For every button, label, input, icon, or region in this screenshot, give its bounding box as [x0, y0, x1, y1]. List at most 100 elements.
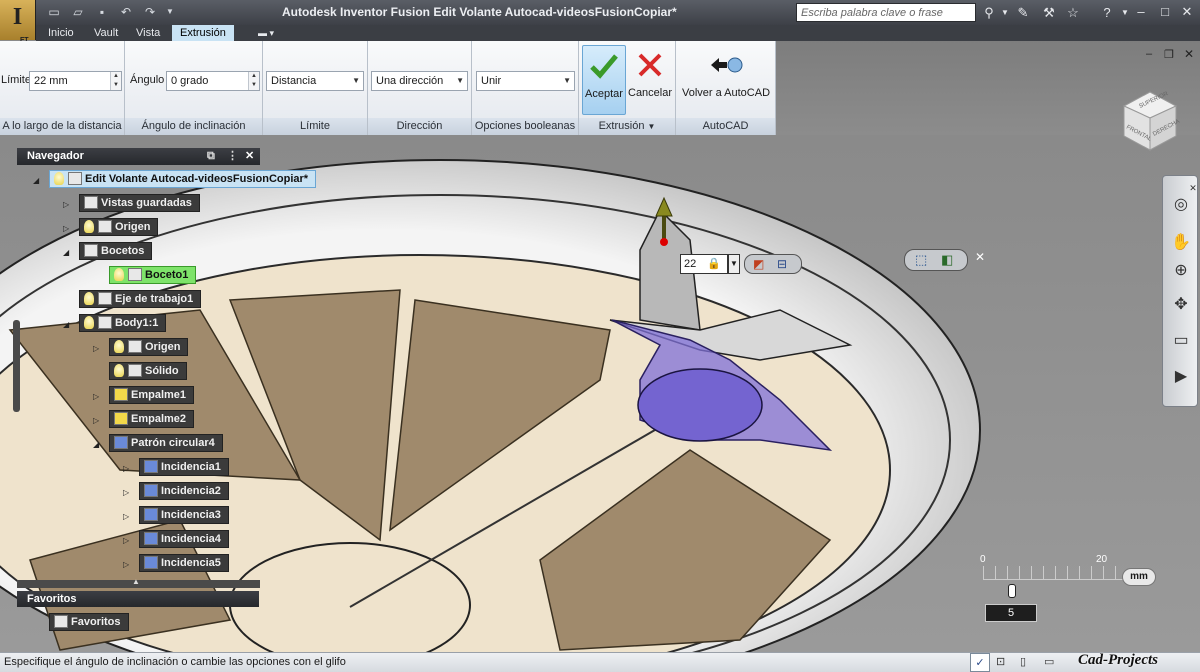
tree-work-axis[interactable]: Eje de trabajo1	[79, 290, 202, 308]
expand-origin-icon[interactable]: ▷	[63, 224, 69, 233]
expand-inc1-icon[interactable]: ▷	[123, 464, 129, 473]
navigator-close-icon[interactable]: ✕	[245, 148, 254, 165]
tree-sketches[interactable]: Bocetos	[79, 242, 153, 260]
pan-hand-icon[interactable]: ✋	[1169, 232, 1193, 254]
direction-combo[interactable]: Una dirección ▼	[371, 71, 468, 91]
cancel-button[interactable]: Cancelar	[628, 45, 672, 115]
wrench-icon[interactable]: ✎	[1014, 4, 1032, 21]
collapse-circular-pattern-icon[interactable]: ◢	[93, 440, 99, 449]
tree-fillet2[interactable]: Empalme2	[109, 410, 195, 428]
expand-root-icon[interactable]: ◢	[33, 176, 39, 185]
back-to-autocad-button[interactable]: Volver a AutoCAD	[678, 45, 774, 115]
tree-occurrence1[interactable]: Incidencia1	[139, 458, 229, 476]
profile-glyph-icon[interactable]: ◩	[753, 257, 764, 271]
menu-extrusion[interactable]: Extrusión	[172, 25, 234, 41]
open-file-icon[interactable]: ▱	[70, 4, 86, 20]
tree-occurrence2[interactable]: Incidencia2	[139, 482, 229, 500]
undo-icon[interactable]: ↶	[118, 4, 134, 20]
expand-body-origin-icon[interactable]: ▷	[93, 344, 99, 353]
visibility-bulb-icon[interactable]	[84, 220, 94, 233]
favorites-star-icon[interactable]: ☆	[1064, 4, 1082, 21]
tree-sketch1[interactable]: Boceto1	[109, 266, 197, 284]
minimize-icon[interactable]: –	[1130, 3, 1152, 21]
panel-extrusion-footer[interactable]: Extrusión ▼	[579, 118, 675, 135]
doc-minimize-icon[interactable]: –	[1146, 48, 1152, 60]
angle-spinner[interactable]: ▲ ▼	[248, 72, 259, 90]
search-input[interactable]	[796, 3, 976, 22]
tree-solid[interactable]: Sólido	[109, 362, 187, 380]
manipulator-dropdown-icon[interactable]: ▼	[728, 254, 740, 274]
visibility-bulb-icon[interactable]	[114, 364, 124, 377]
tree-occurrence3[interactable]: Incidencia3	[139, 506, 229, 524]
visibility-bulb-icon[interactable]	[54, 172, 64, 185]
tree-occurrence4[interactable]: Incidencia4	[139, 530, 229, 548]
app-logo[interactable]: IFT	[0, 0, 36, 44]
ruler-value-field[interactable]: 5	[985, 604, 1037, 622]
menu-vault[interactable]: Vault	[86, 25, 126, 41]
visibility-bulb-icon[interactable]	[84, 292, 94, 305]
navigator-menu-icon[interactable]: ⋮	[227, 148, 238, 165]
status-tool3-icon[interactable]: ▯	[1020, 653, 1026, 672]
expand-fillet2-icon[interactable]: ▷	[93, 416, 99, 425]
visibility-bulb-icon[interactable]	[84, 316, 94, 329]
selection-toolbar-close-icon[interactable]: ✕	[975, 250, 985, 264]
navigator-scrollbar[interactable]	[13, 320, 20, 412]
navigator-splitter[interactable]: ▲	[17, 577, 260, 588]
tree-origin[interactable]: Origen	[79, 218, 159, 236]
expand-fillet1-icon[interactable]: ▷	[93, 392, 99, 401]
tree-root[interactable]: Edit Volante Autocad-videosFusionCopiar*	[49, 170, 317, 188]
angle-input[interactable]: 0 grado ▲ ▼	[166, 71, 260, 91]
show-motion-icon[interactable]: ▶	[1169, 366, 1193, 388]
menu-inicio[interactable]: Inicio	[40, 25, 82, 41]
status-tool4-icon[interactable]: ▭	[1044, 653, 1054, 672]
menu-vista[interactable]: Vista	[128, 25, 168, 41]
collapse-body-icon[interactable]: ◢	[63, 320, 69, 329]
look-at-icon[interactable]: ▭	[1169, 330, 1193, 352]
help-icon[interactable]: ?	[1098, 4, 1116, 21]
ruler-slider-handle[interactable]	[1008, 584, 1016, 598]
select-profile-icon[interactable]: ⬚	[915, 252, 927, 268]
steering-wheel-icon[interactable]: ◎	[1169, 194, 1193, 216]
accept-button[interactable]: Aceptar	[582, 45, 626, 115]
expand-inc3-icon[interactable]: ▷	[123, 512, 129, 521]
operation-glyph-icon[interactable]: ⊟	[777, 257, 787, 271]
save-icon[interactable]: ▪	[94, 4, 110, 20]
select-face-icon[interactable]: ◧	[941, 252, 953, 268]
visibility-bulb-icon[interactable]	[114, 340, 124, 353]
distance-manipulator-input[interactable]: 22 🔒	[680, 254, 728, 274]
expand-saved-views-icon[interactable]: ▷	[63, 200, 69, 209]
subscription-icon[interactable]: ⚒	[1040, 4, 1058, 21]
tree-saved-views[interactable]: Vistas guardadas	[79, 194, 200, 212]
search-dropdown-icon[interactable]: ▼	[996, 4, 1014, 21]
redo-icon[interactable]: ↷	[142, 4, 158, 20]
tree-body-origin[interactable]: Origen	[109, 338, 189, 356]
viewcube[interactable]: SUPERIOR FRONTAL DERECHA	[1118, 88, 1181, 152]
doc-restore-icon[interactable]: ❐	[1164, 48, 1174, 61]
tree-circular-pattern[interactable]: Patrón circular4	[109, 434, 223, 452]
tree-fillet1[interactable]: Empalme1	[109, 386, 195, 404]
boolean-combo[interactable]: Unir ▼	[476, 71, 575, 91]
doc-close-icon[interactable]: ✕	[1184, 47, 1194, 61]
maximize-icon[interactable]: □	[1154, 3, 1176, 21]
expand-inc2-icon[interactable]: ▷	[123, 488, 129, 497]
close-icon[interactable]: ✕	[1176, 3, 1198, 21]
lock-icon[interactable]: 🔒	[707, 255, 721, 273]
distance-input[interactable]: 22 mm ▲ ▼	[29, 71, 122, 91]
new-file-icon[interactable]: ▭	[46, 4, 62, 20]
quick-access-dropdown-icon[interactable]: ▼	[162, 4, 178, 20]
expand-inc5-icon[interactable]: ▷	[123, 560, 129, 569]
orbit-icon[interactable]: ✥	[1169, 294, 1193, 316]
workspace-dropdown-icon[interactable]: ▬ ▾	[250, 25, 282, 41]
select-tool-icon[interactable]: ✓	[970, 653, 990, 672]
favorites-item[interactable]: Favoritos	[49, 613, 129, 631]
status-tool2-icon[interactable]: ⊡	[996, 653, 1005, 672]
tree-body[interactable]: Body1:1	[79, 314, 167, 332]
zoom-icon[interactable]: ⊕	[1169, 260, 1193, 282]
distance-spinner[interactable]: ▲ ▼	[110, 72, 121, 90]
collapse-sketches-icon[interactable]: ◢	[63, 248, 69, 257]
visibility-bulb-icon[interactable]	[114, 268, 124, 281]
navigator-dock-icon[interactable]: ⧉	[207, 148, 215, 165]
expand-inc4-icon[interactable]: ▷	[123, 536, 129, 545]
extent-combo[interactable]: Distancia ▼	[266, 71, 364, 91]
unit-button[interactable]: mm	[1122, 568, 1156, 586]
